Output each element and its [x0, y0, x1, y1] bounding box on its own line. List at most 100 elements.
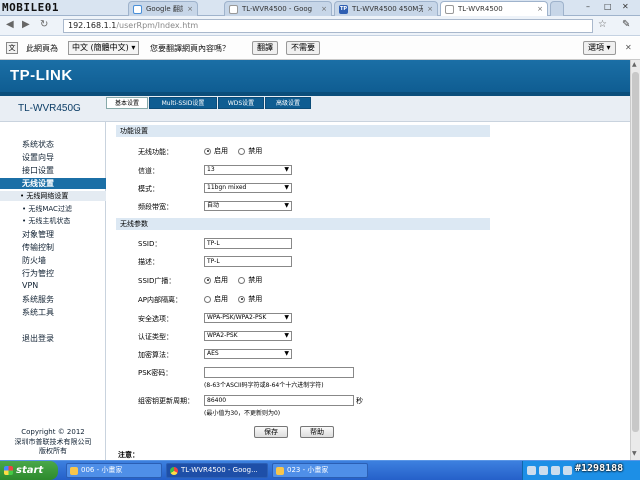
tab-wds[interactable]: WDS设置	[218, 97, 264, 109]
chrome-icon	[170, 467, 178, 475]
tplink-icon: TP	[339, 4, 348, 14]
description-input[interactable]: TP-L	[204, 256, 292, 267]
ap-isolation-label: AP内部隔离：	[138, 296, 183, 304]
tab-google-translate[interactable]: Google 翻譯 ×	[128, 1, 198, 16]
translate-bar: 文 此網頁為 中文 (簡體中文) ▾ 您要翻譯網頁內容嗎？ 翻譯 不需要 選項 …	[0, 37, 640, 60]
network-icon[interactable]	[527, 466, 536, 475]
copyright-line: Copyright © 2012	[21, 428, 85, 436]
sidebar-item-interface[interactable]: 接口设置	[22, 165, 54, 176]
taskbar-item-paint-006[interactable]: 006 - 小畫家	[66, 463, 162, 478]
sidebar-item-wireless-hosts[interactable]: • 无线主机状态	[22, 216, 70, 226]
windows-taskbar: start 006 - 小畫家 TL-WVR4500 - Goog... 023…	[0, 460, 640, 480]
ssid-broadcast-label: SSID广播：	[138, 277, 176, 285]
security-select[interactable]: WPA-PSK/WPA2-PSK ▼	[204, 313, 292, 323]
wrench-icon[interactable]: ✎	[622, 19, 630, 30]
taskbar-item-paint-023[interactable]: 023 - 小畫家	[272, 463, 368, 478]
tab-tlwvr-google[interactable]: TL-WVR4500 - Goog ×	[224, 1, 332, 16]
mode-select[interactable]: 11bgn mixed ▼	[204, 183, 292, 193]
paint-icon	[276, 467, 284, 475]
post-watermark: #1298188	[575, 463, 624, 474]
window-close-icon[interactable]: ✕	[622, 2, 629, 11]
page-scrollbar[interactable]: ▲ ▼	[630, 60, 640, 460]
scroll-down-icon[interactable]: ▼	[632, 450, 637, 457]
psk-input[interactable]	[204, 367, 354, 378]
forward-icon[interactable]: ▶	[22, 19, 30, 30]
back-icon[interactable]: ◀	[6, 19, 14, 30]
scroll-up-icon[interactable]: ▲	[632, 61, 637, 68]
ssid-input[interactable]: TP-L	[204, 238, 292, 249]
tab-tlwvr-active[interactable]: TL-WVR4500 ×	[440, 1, 548, 16]
tray-app-icon[interactable]	[563, 466, 572, 475]
taskbar-item-chrome[interactable]: TL-WVR4500 - Goog...	[166, 463, 268, 478]
sidebar-item-wizard[interactable]: 设置向导	[22, 152, 54, 163]
wireless-off-radio[interactable]	[238, 147, 246, 155]
sidebar-item-wireless-network[interactable]: • 无线网络设置	[0, 191, 106, 201]
star-icon[interactable]: ☆	[598, 19, 607, 30]
description-label: 描述：	[138, 258, 159, 266]
sidebar-item-wireless[interactable]: 无线设置	[0, 178, 106, 189]
sidebar-item-behavior[interactable]: 行为管控	[22, 268, 54, 279]
broadcast-on-radio[interactable]	[204, 276, 211, 284]
tab-tlwvr-450m[interactable]: TP TL-WVR4500 450M无线 ×	[334, 1, 438, 16]
encryption-select[interactable]: AES ▼	[204, 349, 292, 359]
auth-type-select[interactable]: WPA2-PSK ▼	[204, 331, 292, 341]
sidebar-item-logout[interactable]: 退出登录	[22, 333, 54, 344]
mode-label: 模式：	[138, 185, 159, 193]
close-icon[interactable]: ×	[321, 5, 327, 13]
new-tab-button[interactable]	[550, 1, 564, 16]
paint-icon	[70, 467, 78, 475]
broadcast-off-radio[interactable]	[238, 276, 246, 284]
sidebar-item-wireless-mac[interactable]: • 无线MAC过滤	[22, 204, 72, 214]
bandwidth-select[interactable]: 自动 ▼	[204, 201, 292, 211]
options-button[interactable]: 選項 ▾	[583, 41, 616, 55]
sidebar-item-objects[interactable]: 对象管理	[22, 229, 54, 240]
tab-basic-settings[interactable]: 基本设置	[106, 97, 148, 109]
tab-multi-ssid[interactable]: Multi-SSID设置	[149, 97, 217, 109]
sidebar: 系统状态 设置向导 接口设置 无线设置 • 无线网络设置 • 无线MAC过滤 •…	[0, 122, 106, 460]
volume-icon[interactable]	[539, 466, 548, 475]
translate-button[interactable]: 翻譯	[252, 41, 278, 55]
sidebar-item-tools[interactable]: 系统工具	[22, 307, 54, 318]
ssid-label: SSID：	[138, 240, 162, 248]
close-icon[interactable]: ×	[537, 5, 543, 13]
sidebar-item-status[interactable]: 系统状态	[22, 139, 54, 150]
browser-tab-strip: MOBILE01 Google 翻譯 × TL-WVR4500 - Goog ×…	[0, 0, 640, 16]
translate-icon: 文	[6, 42, 18, 54]
url-input[interactable]: 192.168.1.1/userRpm/Index.htm	[63, 19, 593, 33]
minimize-icon[interactable]: –	[586, 2, 590, 11]
model-name: TL-WVR450G	[18, 103, 81, 114]
rekey-input[interactable]: 86400	[204, 395, 354, 406]
help-button[interactable]: 帮助	[300, 426, 334, 438]
copyright-rights: 版权所有	[39, 447, 67, 455]
psk-hint: (8-63个ASCII码字符或8-64个十六进制字符)	[204, 382, 324, 389]
auth-type-label: 认证类型：	[138, 333, 173, 341]
tab-advanced[interactable]: 高级设置	[265, 97, 311, 109]
close-icon[interactable]: ×	[187, 5, 193, 13]
start-button[interactable]: start	[0, 461, 58, 480]
channel-label: 信道：	[138, 167, 159, 175]
sidebar-item-services[interactable]: 系统服务	[22, 294, 54, 305]
sidebar-item-firewall[interactable]: 防火墙	[22, 255, 46, 266]
isolation-off-radio[interactable]	[238, 295, 246, 303]
isolation-on-radio[interactable]	[204, 295, 211, 303]
scroll-thumb[interactable]	[632, 72, 639, 432]
source-language-select[interactable]: 中文 (簡體中文) ▾	[68, 41, 140, 55]
channel-select[interactable]: 13 ▼	[204, 165, 292, 175]
nope-button[interactable]: 不需要	[286, 41, 320, 55]
tray-app-icon[interactable]	[551, 466, 560, 475]
maximize-icon[interactable]: □	[604, 2, 612, 11]
sidebar-item-transfer[interactable]: 传输控制	[22, 242, 54, 253]
close-icon[interactable]: ×	[427, 5, 433, 13]
model-row: TL-WVR450G 基本设置 Multi-SSID设置 WDS设置 高级设置	[0, 96, 630, 122]
section-wireless-params: 无线参数	[116, 218, 490, 230]
save-button[interactable]: 保存	[254, 426, 288, 438]
dropdown-arrow-icon: ▼	[284, 314, 289, 321]
isolation-radio-group: 启用 禁用	[204, 294, 270, 304]
document-icon	[445, 4, 454, 14]
encryption-label: 加密算法：	[138, 351, 173, 359]
reload-icon[interactable]: ↻	[40, 19, 48, 30]
wireless-on-radio[interactable]	[204, 147, 211, 155]
sidebar-item-vpn[interactable]: VPN	[22, 281, 38, 290]
close-icon[interactable]: ✕	[625, 43, 632, 52]
dropdown-arrow-icon: ▼	[284, 184, 289, 191]
